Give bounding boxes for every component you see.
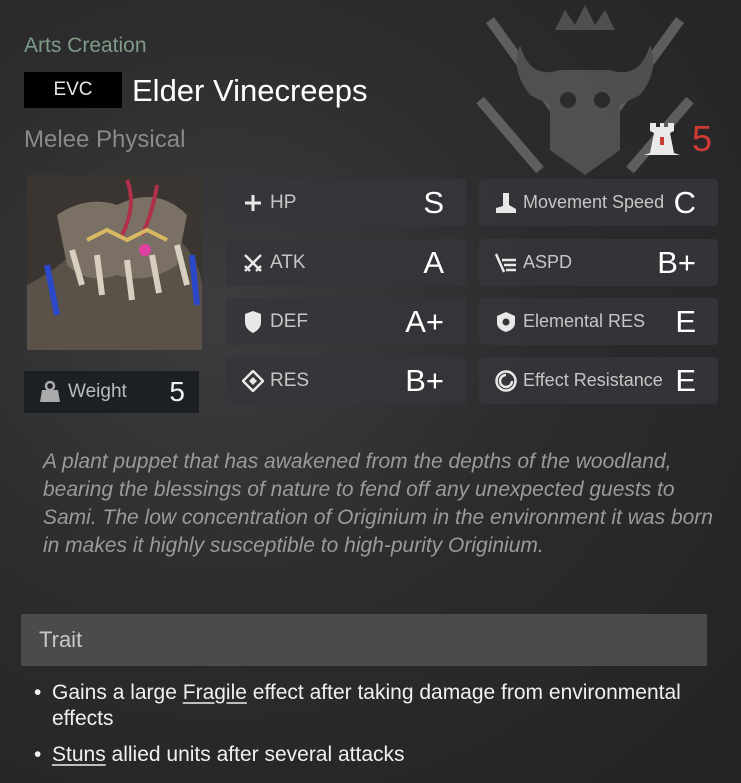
- trait-text-post: allied units after several attacks: [105, 743, 405, 766]
- list-item: • Gains a large Fragile effect after tak…: [31, 680, 691, 732]
- crossed-swords-icon: [240, 252, 266, 274]
- enemy-portrait: [27, 175, 202, 350]
- stat-label: DEF: [270, 310, 308, 332]
- stat-label: Elemental RES: [523, 311, 646, 331]
- keyword-link-fragile[interactable]: Fragile: [183, 681, 247, 704]
- trait-list: • Gains a large Fragile effect after tak…: [31, 680, 691, 778]
- bullet: •: [34, 681, 42, 704]
- shield-icon: [240, 310, 266, 333]
- stat-grade: E: [675, 303, 696, 339]
- stat-grade: A: [423, 244, 444, 280]
- stat-movement-speed: Movement Speed C: [479, 179, 718, 226]
- stat-elemental-res: Elemental RES E: [479, 298, 718, 345]
- stat-label: ASPD: [523, 252, 573, 272]
- stat-effect-resistance: Effect Resistance E: [479, 357, 718, 404]
- stat-atk: ATK A: [226, 239, 466, 286]
- stat-label: ATK: [270, 251, 306, 273]
- stat-grade: S: [423, 184, 444, 220]
- attack-type: Melee Physical: [24, 126, 186, 153]
- weight-value: 5: [169, 376, 185, 407]
- spiral-icon: [493, 369, 519, 392]
- weight-box: Weight 5: [24, 371, 199, 413]
- stat-grade: B+: [657, 244, 696, 280]
- trait-text-pre: Gains a large: [52, 681, 183, 704]
- weight-label: Weight: [68, 381, 127, 402]
- trait-title: Trait: [39, 627, 83, 652]
- stat-def: DEF A+: [226, 298, 466, 345]
- tower-icon: [644, 123, 680, 155]
- stat-res: RES B+: [226, 357, 466, 404]
- enemy-code-badge: EVC: [24, 72, 122, 108]
- stat-label: HP: [270, 191, 297, 213]
- stat-hp: HP S: [226, 179, 466, 226]
- stat-grade: B+: [405, 362, 444, 398]
- list-item: • Stuns allied units after several attac…: [31, 742, 691, 768]
- enemy-description: A plant puppet that has awakened from th…: [43, 450, 713, 557]
- stat-grade: C: [673, 184, 696, 220]
- diamond-icon: [240, 369, 266, 392]
- stat-label: RES: [270, 369, 310, 391]
- weight-icon: [40, 380, 60, 402]
- enemy-name: Elder Vinecreeps: [132, 73, 368, 108]
- enemy-level: 5: [692, 118, 713, 159]
- bullet: •: [34, 743, 42, 766]
- enemy-category: Arts Creation: [24, 34, 147, 57]
- plus-icon: [240, 193, 266, 213]
- stat-aspd: ASPD B+: [479, 239, 718, 286]
- stat-grade: A+: [405, 303, 444, 339]
- badge-shield-icon: [493, 311, 519, 333]
- trait-header: Trait: [21, 614, 707, 666]
- stat-grade: E: [675, 362, 696, 398]
- boot-icon: [493, 192, 519, 214]
- stat-label: Movement Speed: [523, 192, 665, 212]
- enemy-level-badge: 5: [640, 118, 712, 160]
- stat-label: Effect Resistance: [523, 370, 663, 390]
- keyword-link-stuns[interactable]: Stuns: [52, 743, 106, 766]
- speed-lines-icon: [493, 252, 519, 274]
